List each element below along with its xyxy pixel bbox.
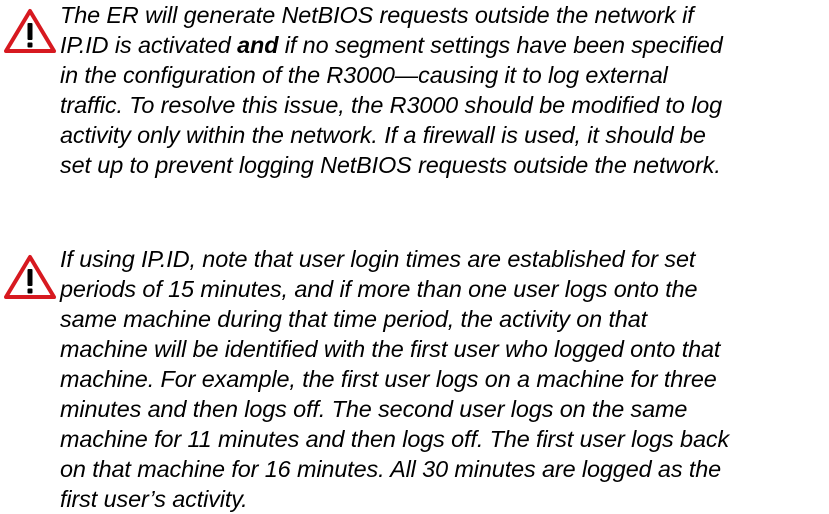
note-line: If using IP.ID, note that user login tim… — [60, 246, 696, 272]
note-line: activity only within the network. If a f… — [60, 122, 706, 148]
note-text: If using IP.ID, note that user login tim… — [60, 244, 829, 514]
note-line: first user’s activity. — [60, 486, 248, 512]
note-line: same machine during that time period, th… — [60, 306, 648, 332]
warning-icon — [4, 255, 56, 299]
note-line: on that machine for 16 minutes. All 30 m… — [60, 456, 722, 482]
note-line: machine will be identified with the firs… — [60, 336, 721, 362]
emphasis-and: and — [237, 32, 279, 58]
note-line: in the configuration of the R3000—causin… — [60, 62, 668, 88]
note-line: periods of 15 minutes, and if more than … — [60, 276, 698, 302]
note-line: machine for 11 minutes and then logs off… — [60, 426, 730, 452]
note-line: set up to prevent logging NetBIOS reques… — [60, 152, 721, 178]
note-text: The ER will generate NetBIOS requests ou… — [60, 0, 829, 180]
note-line: machine. For example, the first user log… — [60, 366, 717, 392]
note-line: minutes and then logs off. The second us… — [60, 396, 688, 422]
note-line: The ER will generate NetBIOS requests ou… — [60, 2, 694, 28]
warning-icon — [4, 9, 56, 53]
note-line: traffic. To resolve this issue, the R300… — [60, 92, 723, 118]
note-line: IP.ID is activated and if no segment set… — [60, 32, 723, 58]
